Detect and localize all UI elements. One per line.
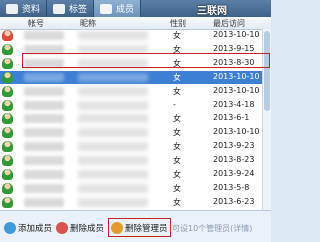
member-avatar-icon xyxy=(2,43,13,55)
sex-cell: 女 xyxy=(173,31,181,40)
sex-cell: 女 xyxy=(173,128,181,138)
action-bar: 添加成员 删除成员 删除管理员 可设10个管理员(详情) xyxy=(0,210,271,242)
member-avatar-icon xyxy=(2,71,13,83)
table-row[interactable]: 女 2013-8-23 xyxy=(0,154,271,167)
nickname-cell xyxy=(78,142,148,152)
last-visit-cell: 2013-9-15 xyxy=(213,43,255,53)
last-visit-cell: 2013-5-8 xyxy=(213,182,250,192)
nickname-cell xyxy=(78,183,148,193)
last-visit-cell: 2013-10-10 xyxy=(213,85,260,95)
add-member-label: 添加成员 xyxy=(18,224,53,234)
account-cell xyxy=(24,142,64,152)
table-row[interactable]: 女 2013-5-8 xyxy=(0,182,271,195)
member-avatar-icon xyxy=(2,196,13,208)
sex-cell: - xyxy=(173,99,176,109)
nickname-cell xyxy=(78,114,148,124)
nickname-cell xyxy=(78,31,148,40)
member-avatar-icon xyxy=(2,113,13,125)
member-avatar-icon xyxy=(2,155,13,167)
member-avatar-icon xyxy=(2,169,13,180)
last-visit-cell: 2013-6-1 xyxy=(213,113,250,123)
account-cell xyxy=(24,183,64,193)
account-cell xyxy=(24,170,64,179)
remove-member-button[interactable]: 删除成员 xyxy=(56,221,104,235)
nickname-cell xyxy=(78,100,148,110)
remove-member-label: 删除成员 xyxy=(70,224,105,234)
account-cell xyxy=(24,114,64,124)
members-icon xyxy=(100,3,113,14)
scrollbar-thumb[interactable] xyxy=(264,31,270,111)
table-row[interactable]: 女 2013-6-23 xyxy=(0,196,271,209)
last-visit-cell: 2013-9-23 xyxy=(213,141,255,151)
nickname-cell xyxy=(78,128,148,138)
column-last-visit[interactable]: 最后访问 xyxy=(213,18,245,29)
sex-cell: 女 xyxy=(173,197,181,207)
last-visit-cell: 2013-10-10 xyxy=(213,71,260,81)
tab-members[interactable]: 成员 xyxy=(94,0,142,17)
last-visit-cell: 2013-9-24 xyxy=(213,169,255,178)
remove-admin-label: 删除管理员 xyxy=(125,224,168,234)
tab-label: 标签 xyxy=(69,5,88,15)
account-cell xyxy=(24,72,64,82)
table-row[interactable]: 女 2013-9-23 xyxy=(0,140,271,153)
table-row[interactable]: 女 2013-9-24 xyxy=(0,168,271,181)
nickname-cell xyxy=(78,86,148,96)
sex-cell: 女 xyxy=(173,170,181,179)
member-avatar-icon xyxy=(2,30,13,41)
remove-user-icon xyxy=(56,222,68,234)
tab-profile[interactable]: 资料 xyxy=(0,0,48,17)
tab-tags[interactable]: 标签 xyxy=(47,0,95,17)
sex-cell: 女 xyxy=(173,114,181,124)
profile-card-icon xyxy=(6,3,18,14)
last-visit-cell: 2013-10-10 xyxy=(213,127,260,137)
member-avatar-icon xyxy=(2,182,13,194)
sex-cell: 女 xyxy=(173,183,181,193)
account-cell xyxy=(24,128,64,138)
column-sex[interactable]: 性别 xyxy=(170,18,186,29)
member-avatar-icon xyxy=(2,141,13,153)
column-nickname[interactable]: 昵称 xyxy=(80,18,96,29)
nickname-cell xyxy=(78,170,148,179)
remove-admin-button[interactable]: 删除管理员 xyxy=(111,221,168,235)
admin-limit-hint: 可设10个管理员(详情) xyxy=(172,224,253,233)
last-visit-cell: 2013-4-18 xyxy=(213,99,255,109)
sex-cell: 女 xyxy=(173,142,181,152)
site-watermark: 三联网 3LIAN.COM xyxy=(197,6,260,28)
nickname-cell xyxy=(78,197,148,207)
sex-cell: 女 xyxy=(173,72,181,82)
nickname-cell xyxy=(78,72,148,82)
table-row[interactable]: - 2013-4-18 xyxy=(0,99,271,112)
last-visit-cell: 2013-6-23 xyxy=(213,196,255,206)
table-row[interactable]: 女 2013-10-10 xyxy=(0,126,271,139)
table-row[interactable]: 女 2013-10-10 xyxy=(0,85,271,98)
add-user-icon xyxy=(4,222,16,234)
last-visit-cell: 2013-10-10 xyxy=(213,30,260,39)
member-table: 帐号 昵称 性别 最后访问 女 2013-10-10 女 2013-9-15 女 2013… xyxy=(0,17,271,210)
column-account[interactable]: 帐号 xyxy=(28,18,44,29)
member-avatar-icon xyxy=(2,127,13,139)
member-avatar-icon xyxy=(2,99,13,111)
last-visit-cell: 2013-8-23 xyxy=(213,155,255,165)
account-cell xyxy=(24,100,64,110)
tab-label: 成员 xyxy=(116,5,135,15)
member-avatar-icon xyxy=(2,57,13,69)
highlight-box-selected-row xyxy=(22,53,270,68)
member-avatar-icon xyxy=(2,85,13,97)
table-row[interactable]: 女 2013-10-10 xyxy=(0,70,271,84)
table-row[interactable]: 女 2013-6-1 xyxy=(0,112,271,125)
admin-icon xyxy=(111,222,123,234)
account-cell xyxy=(24,156,64,166)
sex-cell: 女 xyxy=(173,86,181,96)
account-cell xyxy=(24,86,64,96)
sex-cell: 女 xyxy=(173,156,181,166)
add-member-button[interactable]: 添加成员 xyxy=(4,221,52,235)
table-row[interactable]: 女 2013-10-10 xyxy=(0,29,271,42)
tab-label: 资料 xyxy=(22,5,41,15)
tag-icon xyxy=(53,3,66,14)
account-cell xyxy=(24,197,64,207)
nickname-cell xyxy=(78,156,148,166)
account-cell xyxy=(24,31,64,40)
